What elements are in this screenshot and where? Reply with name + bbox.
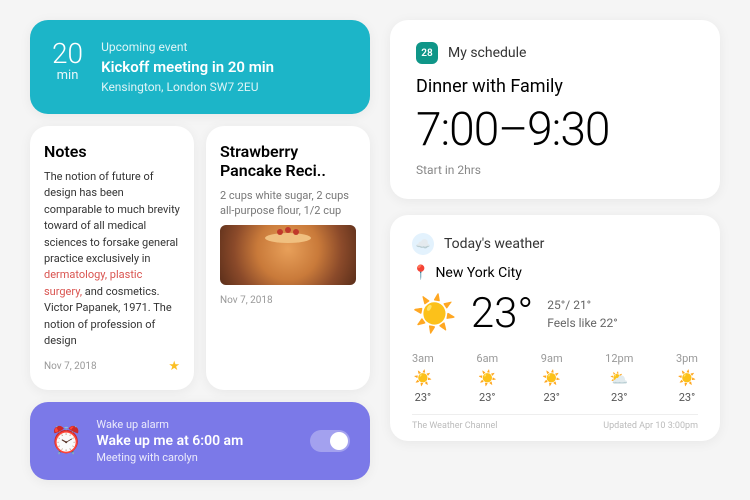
recipe-body: 2 cups white sugar, 2 cups all-purpose f… [220,188,356,219]
star-icon[interactable]: ★ [168,359,180,374]
event-title: Kickoff meeting in 20 min [101,58,274,76]
event-info: Upcoming event Kickoff meeting in 20 min… [101,40,274,94]
recipe-image [220,225,356,285]
alarm-card[interactable]: ⏰ Wake up alarm Wake up me at 6:00 am Me… [30,402,370,480]
recipe-title: Strawberry Pancake Reci.. [220,142,356,180]
temp-details: 25°/ 21° Feels like 22° [547,296,617,332]
alarm-label: Wake up alarm [96,418,296,431]
alarm-info: Wake up alarm Wake up me at 6:00 am Meet… [96,418,296,464]
hour-item: 3am☀️23° [412,352,434,404]
hour-item: 3pm☀️23° [676,352,698,404]
hour-item: 12pm⛅23° [605,352,633,404]
hourly-forecast: 3am☀️23° 6am☀️23° 9am☀️23° 12pm⛅23° 3pm☀… [412,352,698,404]
weather-header: Today's weather [444,236,544,252]
event-label: Upcoming event [101,40,274,54]
schedule-time: 7:00–9:30 [416,103,694,157]
sun-icon: ☀️ [412,293,457,335]
upcoming-event-card[interactable]: 20 min Upcoming event Kickoff meeting in… [30,20,370,114]
alarm-clock-icon: ⏰ [50,426,82,456]
current-temp: 23° [471,289,533,338]
weather-app-icon: ☁️ [412,233,434,255]
recipe-card[interactable]: Strawberry Pancake Reci.. 2 cups white s… [206,126,370,390]
note-body: The notion of future of design has been … [44,169,180,349]
calendar-icon: 28 [416,42,438,64]
recipe-date: Nov 7, 2018 [220,295,273,306]
temp-feels: Feels like 22° [547,314,617,332]
note-card[interactable]: Notes The notion of future of design has… [30,126,194,390]
event-unit: min [52,68,83,83]
note-date: Nov 7, 2018 [44,361,97,372]
alarm-title: Wake up me at 6:00 am [96,433,296,449]
alarm-subtitle: Meeting with carolyn [96,451,296,464]
weather-updated: Updated Apr 10 3:00pm [603,421,698,431]
schedule-header: My schedule [448,45,526,61]
location-pin-icon: 📍 [412,265,429,281]
weather-location: New York City [435,265,521,281]
schedule-title: Dinner with Family [416,76,694,97]
hour-item: 9am☀️23° [541,352,563,404]
weather-card[interactable]: ☁️ Today's weather 📍 New York City ☀️ 23… [390,215,720,441]
event-location: Kensington, London SW7 2EU [101,80,274,94]
event-minutes: 20 [52,40,83,68]
note-title: Notes [44,142,180,161]
temp-hilo: 25°/ 21° [547,296,617,314]
alarm-toggle[interactable] [310,430,350,452]
event-countdown: 20 min [52,40,83,83]
schedule-start: Start in 2hrs [416,163,694,177]
schedule-card[interactable]: 28 My schedule Dinner with Family 7:00–9… [390,20,720,199]
hour-item: 6am☀️23° [476,352,498,404]
weather-source: The Weather Channel [412,421,497,431]
